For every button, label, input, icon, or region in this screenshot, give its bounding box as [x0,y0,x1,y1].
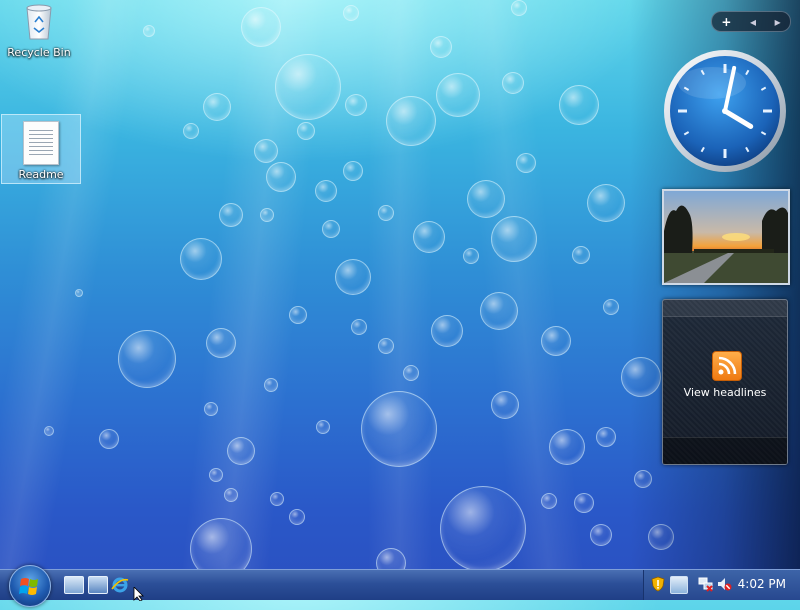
wallpaper-bubble [634,470,652,488]
wallpaper-bubble [219,203,243,227]
taskbar-clock[interactable]: 4:02 PM [738,577,786,591]
clock-gadget[interactable] [662,48,788,174]
wallpaper-bubble [559,85,599,125]
rss-icon [712,351,742,381]
wallpaper-bubble [511,0,527,16]
wallpaper-bubble [403,365,419,381]
internet-explorer-icon[interactable] [111,576,129,594]
wallpaper-bubble [431,315,463,347]
wallpaper-bubble [335,259,371,295]
wallpaper-bubble [648,524,674,550]
wallpaper-bubble [343,5,359,21]
wallpaper-bubble [315,180,337,202]
wallpaper-bubble [254,139,278,163]
wallpaper-bubble [467,180,505,218]
wallpaper-bubble [541,493,557,509]
wallpaper-bubble [266,162,296,192]
wallpaper-bubble [574,493,594,513]
wallpaper-bubble [621,357,661,397]
wallpaper-bubble [289,509,305,525]
windows-logo-icon [19,578,38,595]
wallpaper-bubble [440,486,526,572]
sunset-road-photo [664,191,788,283]
wallpaper-bubble [343,161,363,181]
taskbar: 4:02 PM [0,565,800,607]
wallpaper-bubble [289,306,307,324]
desktop-icon-readme[interactable]: Readme [1,114,81,184]
wallpaper-bubble [297,122,315,140]
start-button[interactable] [9,565,51,607]
wallpaper-bubble [413,221,445,253]
feeds-footer-band [663,437,787,464]
wallpaper-bubble [378,338,394,354]
wallpaper-bubble [430,36,452,58]
switch-windows-icon[interactable] [88,576,108,594]
wallpaper-bubble [260,208,274,222]
feeds-header-band [663,300,787,317]
wallpaper-bubble [436,73,480,117]
wallpaper-bubble [118,330,176,388]
wallpaper-bubble [541,326,571,356]
volume-muted-icon[interactable] [716,576,732,592]
wallpaper-bubble [587,184,625,222]
desktop-icon-recycle-bin[interactable]: Recycle Bin [0,2,78,59]
wallpaper-bubble [480,292,518,330]
wallpaper-bubble [590,524,612,546]
sidebar-toolbar: + ◂ ▸ [711,11,791,32]
security-shield-icon[interactable] [650,576,666,592]
wallpaper-bubble [180,238,222,280]
wallpaper-bubble [596,427,616,447]
next-page-button[interactable]: ▸ [775,15,781,29]
wallpaper-bubble [345,94,367,116]
text-document-icon [23,121,59,165]
wallpaper-bubble [491,391,519,419]
wallpaper-bubble [183,123,199,139]
wallpaper-bubble [264,378,278,392]
network-status-icon[interactable] [698,576,714,592]
clock-glare [678,67,746,99]
wallpaper-bubble [351,319,367,335]
wallpaper-bubble [502,72,524,94]
previous-page-button[interactable]: ◂ [750,15,756,29]
wallpaper-bubble [99,429,119,449]
network-icon[interactable] [670,576,688,594]
wallpaper-bubble [378,205,394,221]
feed-headlines-gadget[interactable]: View headlines [662,299,788,465]
wallpaper-bubble [572,246,590,264]
wallpaper-bubble [491,216,537,262]
wallpaper-bubble [224,488,238,502]
slideshow-gadget[interactable] [662,189,790,285]
desktop-icon-label: Recycle Bin [7,46,71,59]
recycle-bin-icon [26,4,52,40]
wallpaper-bubble [516,153,536,173]
wallpaper-bubble [386,96,436,146]
mouse-cursor-icon [133,587,144,601]
view-headlines-link[interactable]: View headlines [663,386,787,399]
notification-area: 4:02 PM [643,570,800,600]
wallpaper-bubble [275,54,341,120]
wallpaper-bubble [206,328,236,358]
show-desktop-icon[interactable] [64,576,84,594]
wallpaper-bubble [270,492,284,506]
wallpaper-bubble [361,391,437,467]
clock-center [722,108,728,114]
wallpaper-bubble [463,248,479,264]
wallpaper-bubble [549,429,585,465]
wallpaper-bubble [203,93,231,121]
wallpaper-bubble [322,220,340,238]
wallpaper-bubble [241,7,281,47]
wallpaper-bubble [75,289,83,297]
wallpaper-bubble [143,25,155,37]
add-gadget-button[interactable]: + [721,15,731,29]
wallpaper-bubble [316,420,330,434]
wallpaper-bubble [209,468,223,482]
wallpaper-bubble [204,402,218,416]
wallpaper-bubble [44,426,54,436]
wallpaper-bubble [603,299,619,315]
wallpaper-bubble [227,437,255,465]
desktop-icon-label: Readme [18,168,64,181]
